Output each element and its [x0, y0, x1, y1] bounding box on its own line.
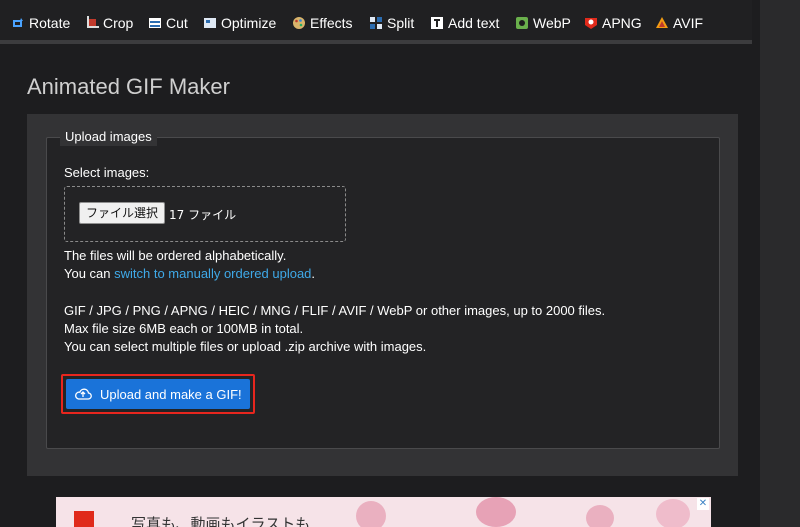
ad-logo	[74, 511, 94, 527]
split-tool-link[interactable]: Split	[369, 13, 414, 33]
blossom-decoration	[356, 501, 386, 527]
choose-file-button[interactable]: ファイル選択	[79, 202, 166, 224]
advertisement-banner[interactable]: 写真も、動画もイラストも	[56, 497, 711, 527]
right-sidebar-strip	[760, 0, 800, 527]
rotate-icon	[11, 16, 25, 30]
cloud-upload-icon	[74, 387, 92, 401]
file-count-status: 17 ファイル	[169, 208, 237, 222]
blossom-decoration	[476, 497, 516, 527]
cut-tool-link[interactable]: Cut	[148, 13, 188, 33]
blossom-decoration	[586, 505, 614, 527]
webp-tool-label: WebP	[533, 15, 571, 31]
optimize-icon	[203, 16, 217, 30]
zip-archive-note: You can select multiple files or upload …	[64, 339, 427, 354]
add-text-tool-label: Add text	[448, 15, 500, 31]
effects-tool-link[interactable]: Effects	[292, 13, 353, 33]
upload-legend: Upload images	[60, 128, 157, 146]
split-icon	[369, 16, 383, 30]
effects-tool-label: Effects	[310, 15, 353, 31]
rotate-tool-label: Rotate	[29, 15, 71, 31]
crop-tool-label: Crop	[103, 15, 134, 31]
crop-icon	[85, 16, 99, 30]
ordering-note: The files will be ordered alphabetically…	[64, 248, 287, 263]
apng-tool-link[interactable]: APNG	[584, 13, 642, 33]
manual-order-upload-link[interactable]: switch to manually ordered upload	[114, 266, 311, 281]
formats-note: GIF / JPG / PNG / APNG / HEIC / MNG / FL…	[64, 303, 606, 318]
avif-tool-link[interactable]: AVIF	[655, 13, 703, 33]
ad-text: 写真も、動画もイラストも	[131, 515, 311, 527]
webp-icon	[515, 16, 529, 30]
select-images-label: Select images:	[64, 165, 150, 180]
upload-and-make-gif-button[interactable]: Upload and make a GIF!	[66, 379, 250, 409]
switch-upload-line: You can switch to manually ordered uploa…	[64, 266, 315, 281]
upload-button-label: Upload and make a GIF!	[100, 386, 242, 402]
blossom-decoration	[656, 499, 690, 527]
rotate-tool-link[interactable]: Rotate	[11, 13, 70, 33]
add-text-icon	[430, 16, 444, 30]
effects-icon	[292, 16, 306, 30]
apng-icon	[584, 16, 598, 30]
page-title: Animated GIF Maker	[27, 74, 230, 99]
cut-tool-label: Cut	[166, 15, 188, 31]
toolbar-divider	[0, 40, 752, 44]
avif-tool-label: AVIF	[673, 15, 704, 31]
ad-close-icon[interactable]: ✕	[697, 498, 709, 510]
optimize-tool-link[interactable]: Optimize	[203, 13, 276, 33]
webp-tool-link[interactable]: WebP	[515, 13, 571, 33]
tool-navigation-bar: Rotate Crop Cut Optimize Effects Split A…	[0, 0, 752, 44]
switch-prefix-text: You can	[64, 266, 115, 281]
switch-suffix-text: .	[311, 266, 316, 281]
apng-tool-label: APNG	[602, 15, 642, 31]
avif-icon	[655, 16, 669, 30]
split-tool-label: Split	[387, 15, 415, 31]
optimize-tool-label: Optimize	[221, 15, 277, 31]
add-text-tool-link[interactable]: Add text	[430, 13, 499, 33]
cut-icon	[148, 16, 162, 30]
size-limit-note: Max file size 6MB each or 100MB in total…	[64, 321, 304, 336]
crop-tool-link[interactable]: Crop	[85, 13, 133, 33]
